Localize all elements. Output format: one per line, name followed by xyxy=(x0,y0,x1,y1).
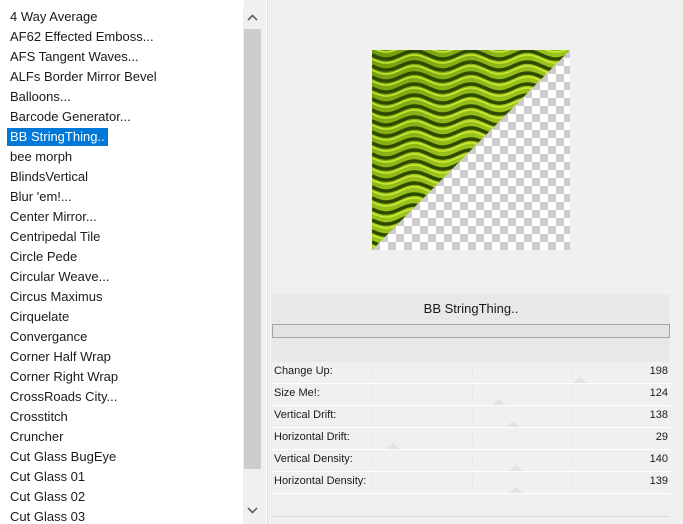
filter-list-scrollbar[interactable] xyxy=(243,7,262,524)
slider-tick xyxy=(472,362,473,383)
slider-thumb[interactable] xyxy=(509,465,523,471)
filter-list-item[interactable]: AF62 Effected Emboss... xyxy=(9,28,155,46)
slider-thumb[interactable] xyxy=(573,377,587,383)
filter-list-item[interactable]: Circular Weave... xyxy=(9,268,110,286)
filter-list[interactable]: 4 Way Average AF62 Effected Emboss... AFS … xyxy=(0,0,244,524)
scroll-thumb[interactable] xyxy=(244,29,261,469)
slider-tick xyxy=(372,428,373,449)
slider-tick xyxy=(372,362,373,383)
slider-thumb[interactable] xyxy=(492,399,506,405)
slider-tick xyxy=(372,384,373,405)
parameter-slider-row[interactable]: Vertical Density: 140 xyxy=(272,450,670,472)
filter-list-item[interactable]: AFS Tangent Waves... xyxy=(9,48,140,66)
filter-list-item[interactable]: CrossRoads City... xyxy=(9,388,118,406)
filter-list-item[interactable]: ALFs Border Mirror Bevel xyxy=(9,68,158,86)
filter-list-item[interactable]: Center Mirror... xyxy=(9,208,98,226)
filter-list-item[interactable]: 4 Way Average xyxy=(9,8,98,26)
filter-list-item[interactable]: Blur 'em!... xyxy=(9,188,73,206)
filter-list-item[interactable]: Barcode Generator... xyxy=(9,108,132,126)
chevron-down-icon xyxy=(247,507,258,514)
slider-thumb[interactable] xyxy=(509,487,523,493)
filter-preview-image xyxy=(372,50,570,250)
slider-tick xyxy=(572,428,573,449)
filter-list-item[interactable]: Convergance xyxy=(9,328,88,346)
slider-tick xyxy=(572,472,573,493)
parameter-label: Horizontal Drift: xyxy=(274,431,350,443)
slider-tick xyxy=(572,406,573,427)
slider-tick xyxy=(472,472,473,493)
filter-list-item[interactable]: Circle Pede xyxy=(9,248,78,266)
chevron-up-icon xyxy=(247,13,258,21)
slider-tick xyxy=(472,384,473,405)
parameter-slider-row[interactable]: Horizontal Drift: 29 xyxy=(272,428,670,450)
filter-list-item[interactable]: Corner Half Wrap xyxy=(9,348,112,366)
filter-list-item[interactable]: bee morph xyxy=(9,148,73,166)
slider-tick xyxy=(372,472,373,493)
panel-divider-shadow xyxy=(267,0,268,524)
slider-tick xyxy=(372,406,373,427)
slider-thumb[interactable] xyxy=(386,443,400,449)
parameters-header xyxy=(272,338,670,364)
filter-list-item[interactable]: Circus Maximus xyxy=(9,288,103,306)
parameter-slider-row[interactable]: Vertical Drift: 138 xyxy=(272,406,670,428)
parameter-value: 124 xyxy=(649,387,668,399)
parameter-label: Change Up: xyxy=(274,365,333,377)
slider-thumb[interactable] xyxy=(506,421,520,427)
panel-bottom-border xyxy=(272,516,670,517)
slider-tick xyxy=(572,384,573,405)
parameter-value: 198 xyxy=(649,365,668,377)
parameter-label: Horizontal Density: xyxy=(274,475,367,487)
filter-list-item[interactable]: Cut Glass BugEye xyxy=(9,448,117,466)
parameter-label: Vertical Density: xyxy=(274,453,353,465)
filter-list-item[interactable]: Cut Glass 02 xyxy=(9,488,86,506)
parameter-value: 29 xyxy=(655,431,668,443)
filter-list-item[interactable]: Cut Glass 01 xyxy=(9,468,86,486)
parameter-slider-row[interactable]: Size Me!: 124 xyxy=(272,384,670,406)
parameter-label: Size Me!: xyxy=(274,387,320,399)
parameter-value: 140 xyxy=(649,453,668,465)
parameter-slider-row[interactable]: Horizontal Density: 139 xyxy=(272,472,670,494)
slider-tick xyxy=(572,450,573,471)
slider-tick xyxy=(372,450,373,471)
slider-tick xyxy=(472,450,473,471)
filter-list-item[interactable]: BlindsVertical xyxy=(9,168,89,186)
filter-name-panel: BB StringThing.. xyxy=(272,294,670,324)
slider-tick xyxy=(472,406,473,427)
filter-list-item[interactable]: Centripedal Tile xyxy=(9,228,101,246)
filter-list-item[interactable]: Cut Glass 03 xyxy=(9,508,86,524)
filter-list-item[interactable]: Corner Right Wrap xyxy=(9,368,119,386)
parameter-value: 138 xyxy=(649,409,668,421)
parameter-slider-row[interactable]: Change Up: 198 xyxy=(272,362,670,384)
parameter-label: Vertical Drift: xyxy=(274,409,337,421)
filter-list-item[interactable]: Cruncher xyxy=(9,428,64,446)
scroll-up-button[interactable] xyxy=(243,7,262,27)
filter-list-item[interactable]: Balloons... xyxy=(9,88,72,106)
scroll-down-button[interactable] xyxy=(243,507,262,524)
filter-list-item-selected[interactable]: BB StringThing.. xyxy=(7,128,108,146)
filter-list-item[interactable]: Cirquelate xyxy=(9,308,70,326)
slider-tick xyxy=(472,428,473,449)
filter-name-label: BB StringThing.. xyxy=(423,301,519,316)
filter-list-item[interactable]: Crosstitch xyxy=(9,408,69,426)
parameter-value: 139 xyxy=(649,475,668,487)
filter-progress-bar xyxy=(272,324,670,338)
